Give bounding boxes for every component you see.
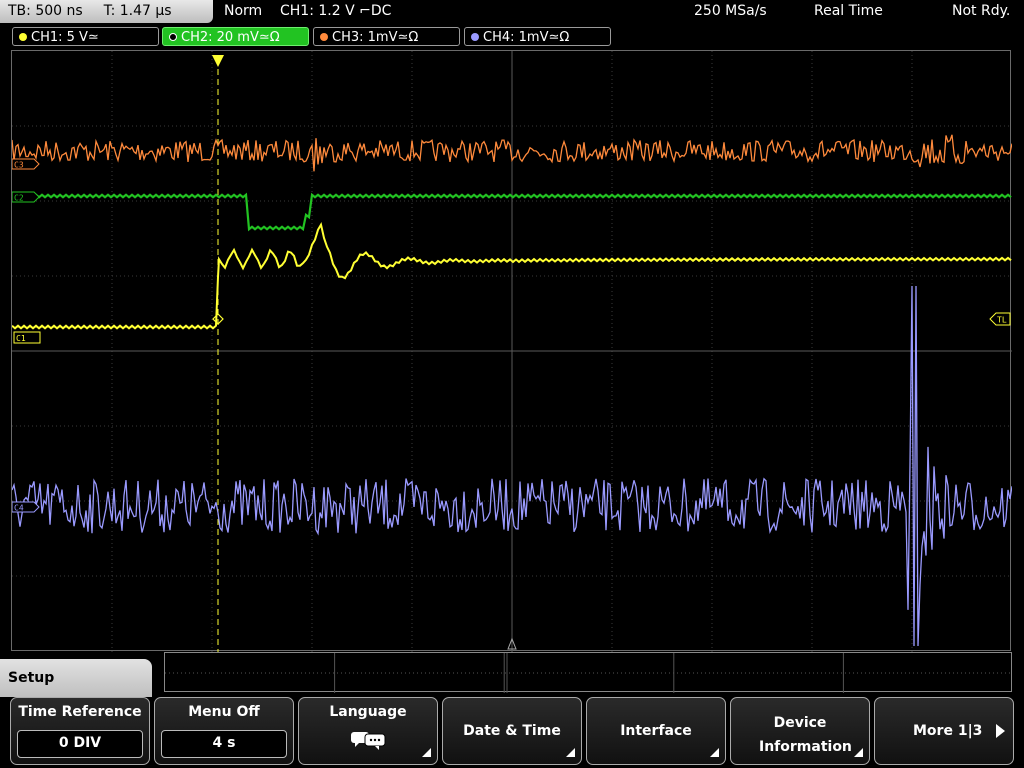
channel-tab-ch1[interactable]: CH1: 5 V≃ xyxy=(12,27,159,46)
marker-c4[interactable]: C4 xyxy=(12,501,40,513)
acquisition-status: Not Rdy. xyxy=(952,3,1011,19)
ch2-label: CH2: 20 mV≃Ω xyxy=(181,30,280,45)
marker-c2-label: C2 xyxy=(14,194,24,203)
zoom-strip-svg xyxy=(165,653,1013,693)
time-reference-softkey[interactable]: Time Reference 0 DIV xyxy=(10,697,150,765)
ch1-label: CH1: 5 V≃ xyxy=(31,30,99,45)
acquisition-mode: Real Time xyxy=(814,3,883,19)
submenu-corner-icon xyxy=(566,748,575,757)
menu-off-label: Menu Off xyxy=(188,704,260,720)
device-information-label: Device Information xyxy=(759,715,852,755)
graticule-center-axes xyxy=(12,51,1012,652)
speech-bubbles-icon xyxy=(351,732,386,750)
more-softkey[interactable]: More 1|3 xyxy=(874,697,1014,765)
marker-c3-label: C3 xyxy=(14,161,24,170)
channel-tab-ch2[interactable]: CH2: 20 mV≃Ω xyxy=(162,27,309,46)
zoom-overview-strip xyxy=(164,652,1013,693)
marker-c3[interactable]: C3 xyxy=(12,158,40,170)
date-time-label: Date & Time xyxy=(463,723,561,739)
channel-tabs: CH1: 5 V≃ CH2: 20 mV≃Ω CH3: 1mV≃Ω CH4: 1… xyxy=(0,26,1024,48)
marker-c4-label: C4 xyxy=(14,504,24,513)
timebase-box[interactable]: TB: 500 ns T: 1.47 µs xyxy=(0,0,213,23)
time-reference-label: Time Reference xyxy=(18,704,142,720)
marker-c2[interactable]: C2 xyxy=(12,191,40,203)
ch3-dot-icon xyxy=(320,33,328,41)
trigger-info: CH1: 1.2 V ⌐DC xyxy=(280,3,392,19)
sample-rate: 250 MSa/s xyxy=(694,3,767,19)
waveform-svg: C3 C2 C1 C4 TL xyxy=(12,51,1012,652)
trigger-level-label: TL xyxy=(997,316,1007,325)
interface-softkey[interactable]: Interface xyxy=(586,697,726,765)
ch2-dot-icon xyxy=(169,33,177,41)
device-information-softkey[interactable]: Device Information xyxy=(730,697,870,765)
menu-title-label: Setup xyxy=(8,670,55,686)
ch4-dot-icon xyxy=(471,33,479,41)
date-time-softkey[interactable]: Date & Time xyxy=(442,697,582,765)
menu-off-value[interactable]: 4 s xyxy=(161,730,287,758)
language-softkey[interactable]: Language xyxy=(298,697,438,765)
submenu-corner-icon xyxy=(422,748,431,757)
trigger-level-marker[interactable]: TL xyxy=(989,312,1011,326)
timebase-value: TB: 500 ns xyxy=(8,3,83,19)
interface-label: Interface xyxy=(620,723,692,739)
menu-off-softkey[interactable]: Menu Off 4 s xyxy=(154,697,294,765)
channel-tab-ch4[interactable]: CH4: 1mV≃Ω xyxy=(464,27,611,46)
waveform-display[interactable]: C3 C2 C1 C4 TL xyxy=(11,50,1012,652)
ch3-label: CH3: 1mV≃Ω xyxy=(332,30,419,45)
status-bar: TB: 500 ns T: 1.47 µs Norm CH1: 1.2 V ⌐D… xyxy=(0,0,1024,24)
trigger-mode: Norm xyxy=(224,3,263,19)
next-page-arrow-icon xyxy=(996,724,1005,738)
trigger-position-marker-icon[interactable] xyxy=(212,55,224,67)
marker-c1[interactable]: C1 xyxy=(13,331,41,344)
marker-c1-label: C1 xyxy=(16,334,26,343)
trigger-position-value: T: 1.47 µs xyxy=(103,3,172,19)
menu-title: Setup xyxy=(0,659,152,697)
ch4-label: CH4: 1mV≃Ω xyxy=(483,30,570,45)
channel-tab-ch3[interactable]: CH3: 1mV≃Ω xyxy=(313,27,460,46)
submenu-corner-icon xyxy=(854,748,863,757)
ch1-dot-icon xyxy=(19,33,27,41)
time-reference-value[interactable]: 0 DIV xyxy=(17,730,143,758)
language-label: Language xyxy=(329,704,407,720)
submenu-corner-icon xyxy=(710,748,719,757)
